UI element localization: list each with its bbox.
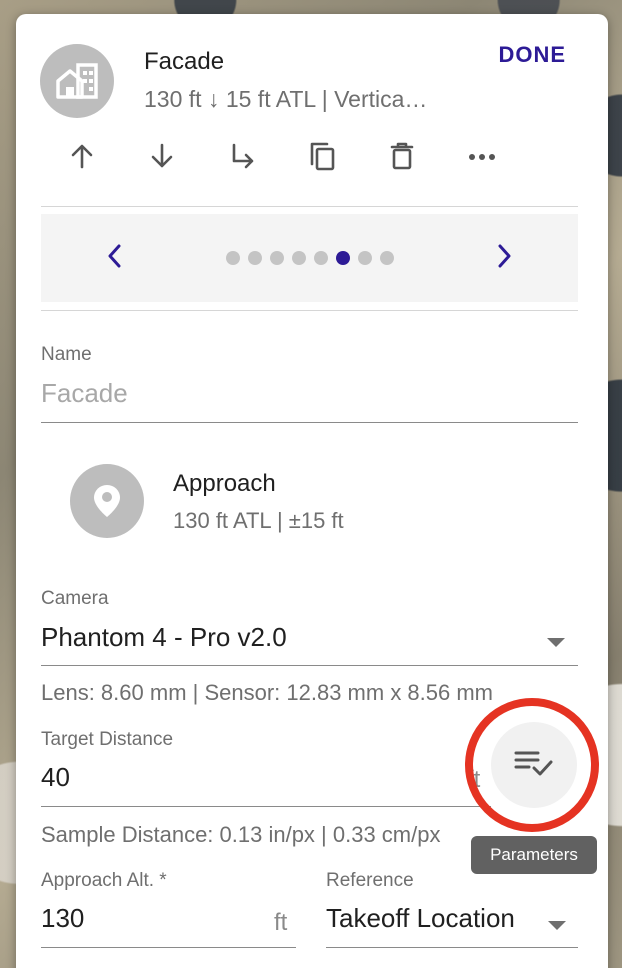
delete-button[interactable] — [384, 140, 420, 176]
waypoint-toolbar — [62, 140, 522, 176]
approach-alt-input[interactable]: 130 ft — [41, 899, 296, 947]
chevron-down-icon — [547, 638, 565, 647]
playlist-check-icon — [514, 749, 554, 782]
pager-divider — [41, 310, 578, 311]
pager-dot[interactable] — [270, 251, 284, 265]
pager-dot[interactable] — [226, 251, 240, 265]
chevron-right-icon — [497, 243, 513, 274]
chevron-down-icon — [548, 921, 566, 930]
panel-header: Facade 130 ft ↓ 15 ft ATL | Vertica… DON… — [16, 14, 608, 204]
header-divider — [41, 206, 578, 207]
parameters-tooltip: Parameters — [471, 836, 597, 874]
parameters-button[interactable] — [491, 722, 577, 808]
arrow-down-icon — [148, 142, 176, 175]
name-underline — [41, 422, 578, 423]
approach-alt-unit: ft — [274, 909, 288, 936]
pager-dot[interactable] — [248, 251, 262, 265]
reference-underline — [326, 947, 578, 948]
target-distance-value: 40 — [41, 762, 70, 792]
name-placeholder: Facade — [41, 378, 128, 408]
approach-alt-value: 130 — [41, 903, 85, 933]
approach-alt-label: Approach Alt. * — [41, 870, 167, 891]
subdirectory-arrow-icon — [228, 142, 256, 175]
target-distance-input[interactable]: 40 ft — [41, 758, 491, 806]
pager-dot[interactable] — [380, 251, 394, 265]
name-input[interactable]: Facade — [41, 374, 578, 422]
camera-select[interactable]: Phantom 4 - Pro v2.0 — [41, 616, 578, 666]
more-horizontal-icon — [468, 149, 496, 167]
name-label: Name — [41, 344, 92, 365]
done-button[interactable]: DONE — [498, 42, 566, 68]
previous-waypoint-button[interactable] — [99, 242, 129, 274]
pager-dot[interactable] — [336, 251, 350, 265]
chevron-left-icon — [106, 243, 122, 274]
pager-dot[interactable] — [314, 251, 328, 265]
target-distance-label: Target Distance — [41, 729, 174, 750]
reference-label: Reference — [326, 870, 414, 891]
more-button[interactable] — [464, 140, 500, 176]
pager-dot[interactable] — [358, 251, 372, 265]
location-pin-icon — [70, 464, 144, 538]
duplicate-button[interactable] — [304, 140, 340, 176]
waypoint-subtitle: 130 ft ↓ 15 ft ATL | Vertica… — [144, 86, 428, 112]
move-into-button[interactable] — [224, 140, 260, 176]
target-distance-underline — [41, 806, 491, 807]
camera-helper-text: Lens: 8.60 mm | Sensor: 12.83 mm x 8.56 … — [41, 680, 494, 705]
approach-title: Approach — [173, 470, 276, 497]
trash-icon — [389, 141, 415, 176]
sample-distance-helper-text: Sample Distance: 0.13 in/px | 0.33 cm/px — [41, 822, 441, 847]
move-up-button[interactable] — [64, 140, 100, 176]
camera-underline — [41, 665, 578, 666]
pager-dot[interactable] — [292, 251, 306, 265]
reference-value: Takeoff Location — [326, 903, 515, 933]
facade-building-icon — [40, 44, 114, 118]
move-down-button[interactable] — [144, 140, 180, 176]
pager-dots — [226, 251, 394, 265]
approach-alt-underline — [41, 947, 296, 948]
reference-select[interactable]: Takeoff Location — [326, 899, 578, 947]
next-waypoint-button[interactable] — [490, 242, 520, 274]
camera-value: Phantom 4 - Pro v2.0 — [41, 622, 287, 652]
waypoint-pager — [41, 214, 578, 302]
arrow-up-icon — [68, 142, 96, 175]
copy-icon — [307, 140, 337, 177]
waypoint-title: Facade — [144, 48, 225, 75]
camera-label: Camera — [41, 588, 109, 609]
approach-subtitle: 130 ft ATL | ±15 ft — [173, 508, 344, 533]
